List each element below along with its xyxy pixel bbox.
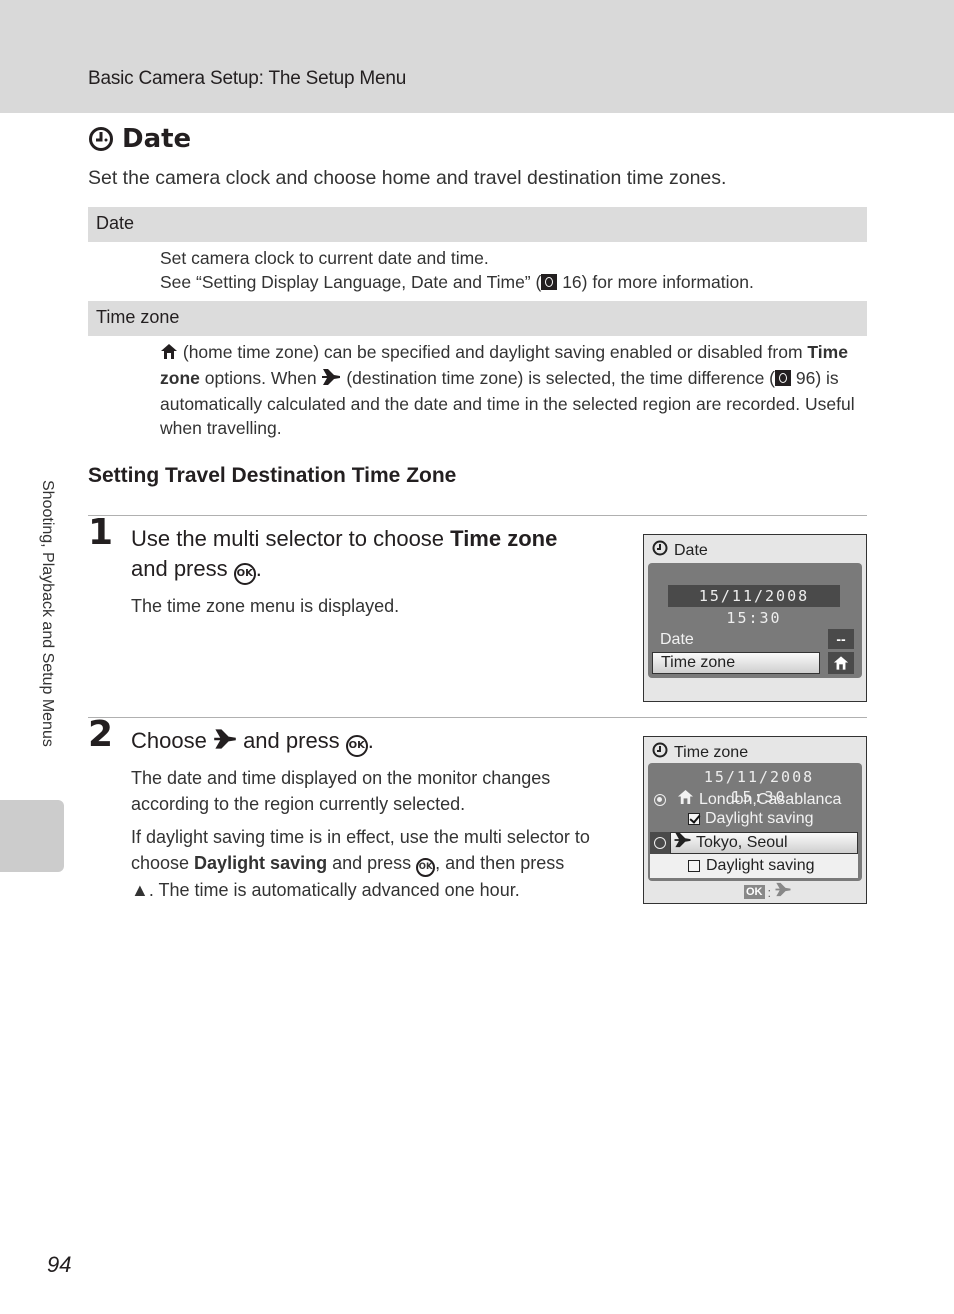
screen-title-text: Time zone <box>674 743 749 761</box>
airplane-icon <box>774 882 792 902</box>
datetime-display: 15/11/2008 15:30 <box>703 768 815 806</box>
step-2-body-2-end: . The time is automatically advanced one… <box>148 880 520 900</box>
tz-text-1: (home time zone) can be specified and da… <box>178 342 808 362</box>
page-number: 94 <box>47 1252 72 1277</box>
section-body-timezone: (home time zone) can be specified and da… <box>160 340 865 440</box>
step-1-body: The time zone menu is displayed. <box>131 596 400 616</box>
date-line-2-text: See “Setting Display Language, Date and … <box>160 272 542 292</box>
clock-icon <box>88 126 114 152</box>
date-line-2: See “Setting Display Language, Date and … <box>160 270 865 294</box>
camera-screen-date: Date 15/11/2008 15:30 Date -- Time zone <box>643 534 867 702</box>
datetime-display: 15/11/2008 15:30 <box>668 585 840 627</box>
airplane-icon <box>213 728 237 758</box>
section-header-date: Date <box>88 207 867 242</box>
ok-button-icon: OK <box>416 858 436 877</box>
camera-screen-time-zone: Time zone 15/11/2008 15:30 London,Casabl… <box>643 736 867 904</box>
step-2-body-2: If daylight saving time is in effect, us… <box>131 824 621 903</box>
side-tab-marker <box>0 800 64 872</box>
subheading: Setting Travel Destination Time Zone <box>88 464 457 487</box>
date-line-2-end: ) for more information. <box>581 272 754 292</box>
clock-icon <box>652 742 668 763</box>
clock-icon <box>652 540 668 561</box>
menu-item-time-zone[interactable]: Time zone <box>652 652 820 674</box>
home-icon <box>160 342 178 366</box>
ok-key-icon: OK <box>744 885 765 899</box>
home-daylight-row[interactable]: Daylight saving <box>688 810 814 828</box>
tz-text-3: (destination time zone) is selected, the… <box>341 368 775 388</box>
ok-button-icon: OK <box>345 735 368 757</box>
date-line-1: Set camera clock to current date and tim… <box>160 248 489 268</box>
step-2-title: Choose and press OK. <box>131 726 611 758</box>
section-header-timezone: Time zone <box>88 301 867 336</box>
ok-button-icon: OK <box>233 563 256 585</box>
screen-title: Time zone <box>652 742 748 763</box>
screen-menu-panel: 15/11/2008 15:30 Date -- Time zone <box>648 563 862 678</box>
page-reference-icon <box>541 274 558 290</box>
divider <box>88 717 867 718</box>
screen-footer-hint: OK : <box>744 882 792 902</box>
home-city: London,Casablanca <box>699 790 842 808</box>
step-2-body-2-mid: and press <box>327 853 417 873</box>
page-title: Date <box>88 124 191 154</box>
side-tab-label: Shooting, Playback and Setup Menus <box>39 480 56 747</box>
step-1-title-end: . <box>255 556 262 581</box>
page-reference-icon <box>775 370 791 386</box>
step-2-title-end: . <box>367 728 374 753</box>
step-2-body-2-post: , and then press <box>435 853 565 873</box>
home-daylight-label: Daylight saving <box>705 810 814 827</box>
screen-title: Date <box>652 540 708 561</box>
intro-text: Set the camera clock and choose home and… <box>88 167 727 189</box>
destination-city: Tokyo, Seoul <box>696 834 788 851</box>
running-header: Basic Camera Setup: The Setup Menu <box>88 68 407 89</box>
home-icon <box>828 652 854 674</box>
page-reference-link[interactable]: 16 <box>562 272 581 292</box>
header-band <box>0 0 954 113</box>
page-title-text: Date <box>122 124 192 154</box>
home-icon <box>677 789 694 810</box>
checkbox-checked-icon[interactable] <box>688 813 700 825</box>
step-1-title-text: Use the multi selector to choose <box>131 526 451 551</box>
destination-zone-row[interactable]: Tokyo, Seoul <box>670 832 858 854</box>
step-number: 2 <box>88 714 114 755</box>
screen-menu-panel: 15/11/2008 15:30 London,Casablanca Dayli… <box>648 763 862 881</box>
step-2-body-1: The date and time displayed on the monit… <box>131 768 551 814</box>
up-arrow-icon: ▲ <box>131 880 149 900</box>
date-value-badge: -- <box>828 629 854 649</box>
menu-item-date[interactable]: Date <box>660 631 694 649</box>
step-2-title-mid: and press <box>236 728 346 753</box>
section-body-date: Set camera clock to current date and tim… <box>160 246 865 294</box>
checkbox-unchecked-icon[interactable] <box>688 860 700 872</box>
tz-text-2: options. When <box>199 368 322 388</box>
step-2-bold-daylight: Daylight saving <box>194 853 328 873</box>
step-2-title-text: Choose <box>131 728 213 753</box>
step-1-title: Use the multi selector to choose Time zo… <box>131 524 611 585</box>
radio-selected-icon <box>654 793 666 806</box>
radio-unselected-icon[interactable] <box>650 832 670 854</box>
page-reference-link[interactable]: 96 <box>796 368 815 388</box>
divider <box>88 515 867 516</box>
step-1-title-text-2: and press <box>131 556 234 581</box>
footer-separator: : <box>767 884 772 900</box>
airplane-icon <box>321 368 341 392</box>
destination-daylight-row[interactable]: Daylight saving <box>650 854 858 878</box>
airplane-icon <box>673 832 692 854</box>
screen-title-text: Date <box>674 541 708 559</box>
home-zone-row[interactable]: London,Casablanca <box>654 789 841 810</box>
destination-daylight-label: Daylight saving <box>706 857 815 874</box>
step-number: 1 <box>88 512 114 553</box>
step-1-title-bold: Time zone <box>450 526 558 551</box>
